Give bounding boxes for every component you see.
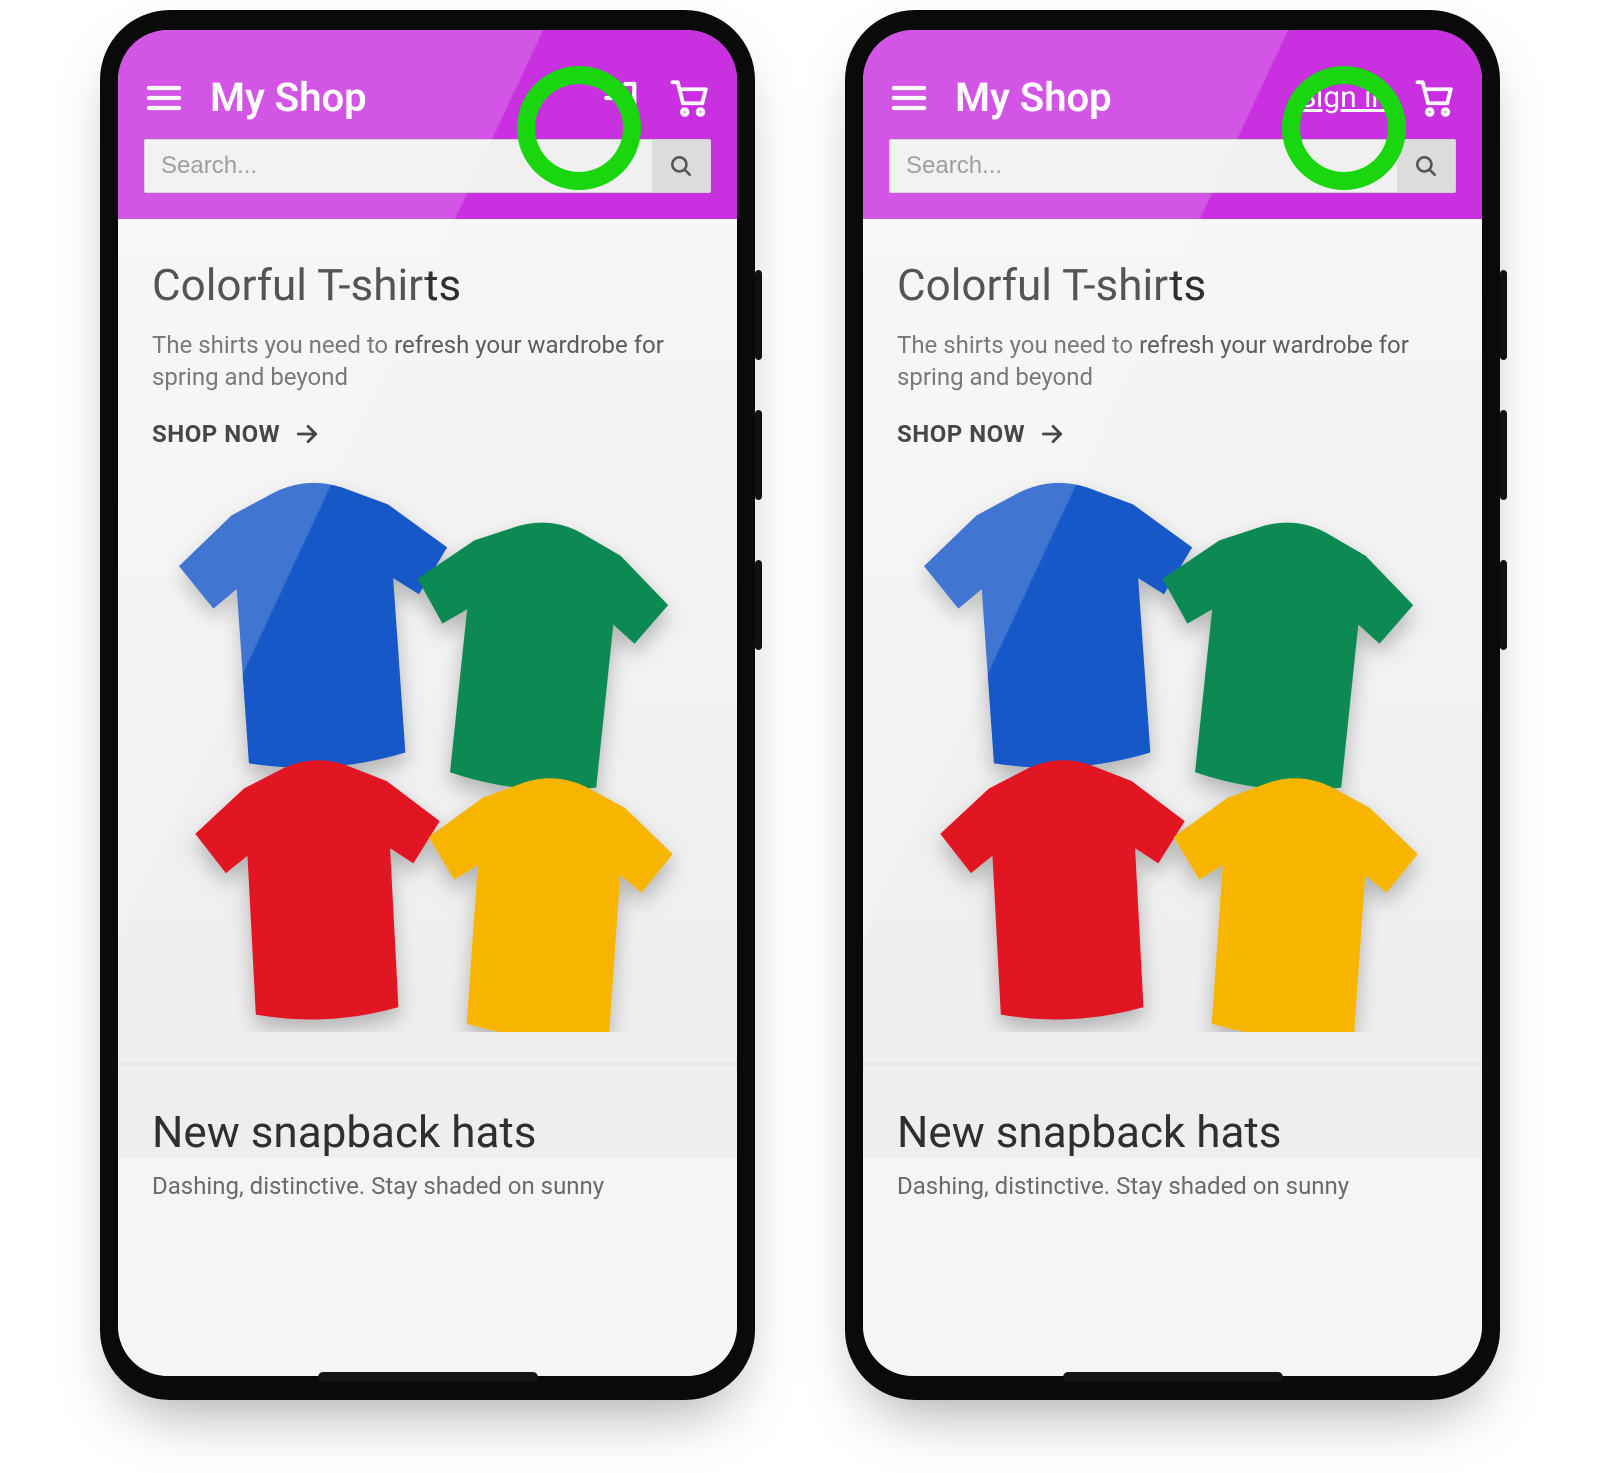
content-area: Colorful T-shirts The shirts you need to…: [118, 219, 737, 1376]
shop-now-button[interactable]: SHOP NOW: [152, 420, 320, 448]
card-subtitle: The shirts you need to refresh your ward…: [897, 329, 1448, 394]
card-title: New snapback hats: [897, 1106, 1448, 1158]
arrow-right-icon: [294, 421, 320, 447]
promo-card-tshirts: Colorful T-shirts The shirts you need to…: [863, 219, 1482, 1062]
search-input[interactable]: [145, 140, 652, 192]
cta-label: SHOP NOW: [152, 420, 280, 448]
search-button[interactable]: [652, 140, 710, 192]
search-bar: [144, 139, 711, 193]
app-title: My Shop: [955, 74, 1272, 121]
menu-icon[interactable]: [889, 78, 929, 118]
card-subtitle-truncated: Dashing, distinctive. Stay shaded on sun…: [863, 1172, 1482, 1208]
promo-card-tshirts: Colorful T-shirts The shirts you need to…: [118, 219, 737, 1062]
promo-card-hats: New snapback hats: [863, 1062, 1482, 1158]
phone-mockup-left: My Shop: [100, 10, 755, 1400]
login-icon[interactable]: [601, 77, 643, 119]
menu-icon[interactable]: [144, 78, 184, 118]
phone-mockup-right: My Shop Sign in: [845, 10, 1500, 1400]
app-title: My Shop: [210, 74, 575, 121]
search-input[interactable]: [890, 140, 1397, 192]
phone-screen: My Shop Sign in: [863, 30, 1482, 1376]
phone-screen: My Shop: [118, 30, 737, 1376]
card-title: Colorful T-shirts: [152, 259, 703, 311]
product-image-tshirts: [897, 472, 1448, 1032]
card-subtitle-truncated: Dashing, distinctive. Stay shaded on sun…: [118, 1172, 737, 1208]
cta-label: SHOP NOW: [897, 420, 1025, 448]
speaker-slot: [1063, 1372, 1283, 1382]
product-image-tshirts: [152, 472, 703, 1032]
promo-card-hats: New snapback hats: [118, 1062, 737, 1158]
arrow-right-icon: [1039, 421, 1065, 447]
search-button[interactable]: [1397, 140, 1455, 192]
card-subtitle: The shirts you need to refresh your ward…: [152, 329, 703, 394]
cart-icon[interactable]: [669, 77, 711, 119]
app-header: My Shop: [118, 30, 737, 219]
shop-now-button[interactable]: SHOP NOW: [897, 420, 1065, 448]
card-title: Colorful T-shirts: [897, 259, 1448, 311]
speaker-slot: [318, 1372, 538, 1382]
content-area: Colorful T-shirts The shirts you need to…: [863, 219, 1482, 1376]
cart-icon[interactable]: [1414, 77, 1456, 119]
signin-link[interactable]: Sign in: [1298, 80, 1388, 115]
app-header: My Shop Sign in: [863, 30, 1482, 219]
search-bar: [889, 139, 1456, 193]
card-title: New snapback hats: [152, 1106, 703, 1158]
